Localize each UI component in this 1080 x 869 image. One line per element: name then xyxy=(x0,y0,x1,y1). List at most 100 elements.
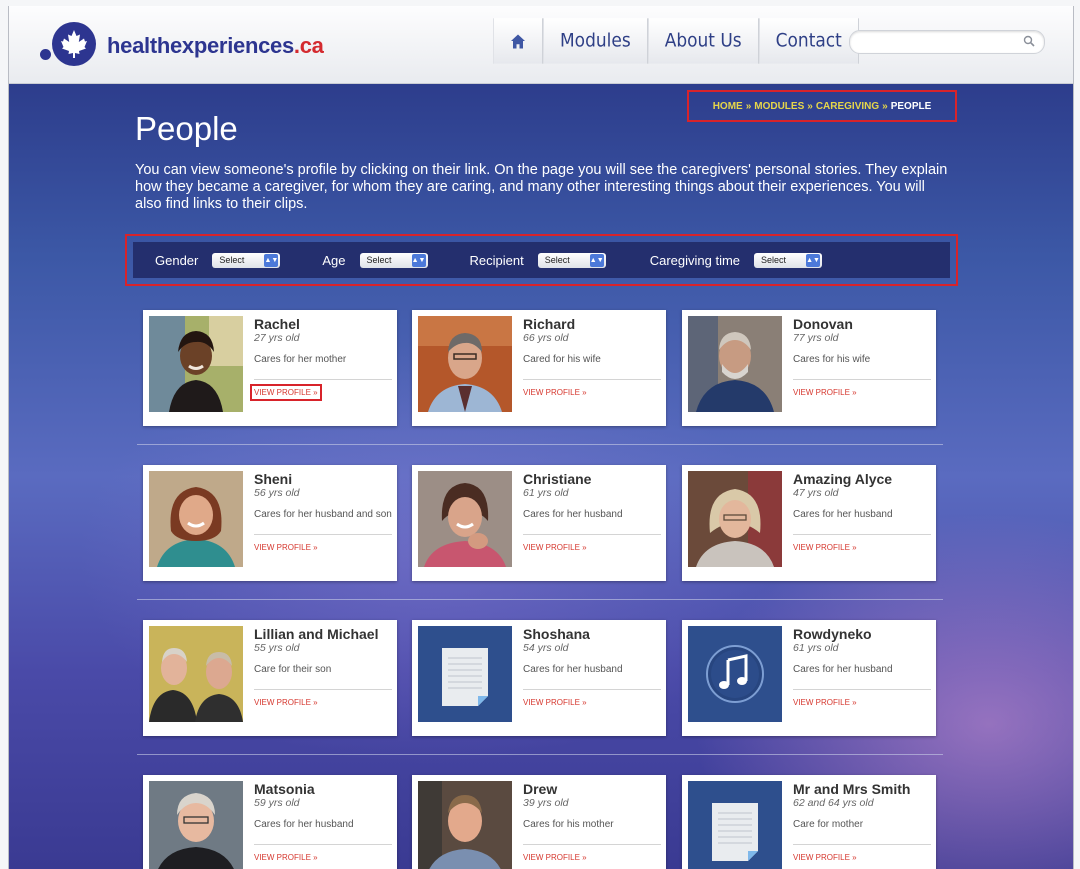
view-profile-link[interactable]: VIEW PROFILE » xyxy=(254,543,318,552)
document-icon[interactable] xyxy=(688,781,782,869)
person-cares-for: Care for their son xyxy=(254,664,332,675)
person-card-shoshana: Shoshana 54 yrs old Cares for her husban… xyxy=(412,620,666,736)
select-arrows-icon: ▲▼ xyxy=(411,253,426,267)
person-cares-for: Care for mother xyxy=(793,819,864,830)
person-name[interactable]: Richard xyxy=(523,316,663,332)
gender-select[interactable]: Select ▲▼ xyxy=(212,252,281,268)
breadcrumb-caregiving[interactable]: CAREGIVING xyxy=(816,101,879,112)
filter-highlight: Gender Select ▲▼ Age Select ▲▼ Recipient S… xyxy=(125,234,958,286)
main-nav: Modules About Us Contact xyxy=(493,18,859,64)
person-card-rachel: Rachel 27 yrs old Cares for her mother V… xyxy=(143,310,397,426)
person-name[interactable]: Christiane xyxy=(523,471,663,487)
person-name[interactable]: Matsonia xyxy=(254,781,394,797)
person-age: 66 yrs old xyxy=(523,332,569,344)
person-age: 56 yrs old xyxy=(254,487,300,499)
person-card-mr-and-mrs-smith: Mr and Mrs Smith 62 and 64 yrs old Care … xyxy=(682,775,936,869)
view-profile-link[interactable]: VIEW PROFILE » xyxy=(523,543,587,552)
music-note-icon[interactable] xyxy=(688,626,782,722)
person-photo[interactable] xyxy=(149,316,243,412)
person-name[interactable]: Sheni xyxy=(254,471,394,487)
nav-home[interactable] xyxy=(493,18,543,64)
select-arrows-icon: ▲▼ xyxy=(806,253,821,267)
person-photo[interactable] xyxy=(149,781,243,869)
person-name[interactable]: Donovan xyxy=(793,316,933,332)
person-age: 27 yrs old xyxy=(254,332,300,344)
person-photo[interactable] xyxy=(149,626,243,722)
person-photo[interactable] xyxy=(149,471,243,567)
breadcrumb-current: PEOPLE xyxy=(890,100,932,112)
breadcrumb-separator: » xyxy=(745,100,752,112)
person-name[interactable]: Amazing Alyce xyxy=(793,471,933,487)
site-logo[interactable]: healthexperiences.ca xyxy=(37,16,337,66)
age-select[interactable]: Select ▲▼ xyxy=(359,252,428,268)
card-divider xyxy=(523,379,661,380)
filter-gender: Gender Select ▲▼ xyxy=(155,252,281,268)
person-info: Christiane 61 yrs old Cares for her husb… xyxy=(523,471,663,555)
select-arrows-icon: ▲▼ xyxy=(264,253,279,267)
select-value: Select xyxy=(761,254,787,265)
view-profile-link[interactable]: VIEW PROFILE » xyxy=(254,698,318,707)
person-cares-for: Cares for her husband xyxy=(793,509,893,520)
person-name[interactable]: Rachel xyxy=(254,316,394,332)
card-divider xyxy=(254,689,392,690)
person-card-christiane: Christiane 61 yrs old Cares for her husb… xyxy=(412,465,666,581)
view-profile-link[interactable]: VIEW PROFILE » xyxy=(793,388,857,397)
card-divider xyxy=(793,379,931,380)
person-info: Rachel 27 yrs old Cares for her mother V… xyxy=(250,316,394,401)
person-photo[interactable] xyxy=(418,471,512,567)
breadcrumb-home[interactable]: HOME xyxy=(713,101,743,112)
view-profile-link[interactable]: VIEW PROFILE » xyxy=(793,543,857,552)
person-photo[interactable] xyxy=(418,781,512,869)
home-icon xyxy=(511,33,525,49)
person-name[interactable]: Lillian and Michael xyxy=(254,626,394,642)
person-card-lillian-and-michael: Lillian and Michael 55 yrs old Care for … xyxy=(143,620,397,736)
nav-about-us[interactable]: About Us xyxy=(647,18,759,64)
person-cares-for: Cares for his mother xyxy=(523,819,614,830)
person-photo[interactable] xyxy=(418,316,512,412)
card-divider xyxy=(254,534,392,535)
view-profile-link[interactable]: VIEW PROFILE » xyxy=(523,853,587,862)
view-profile-link[interactable]: VIEW PROFILE » xyxy=(793,698,857,707)
card-divider xyxy=(254,379,392,380)
person-name[interactable]: Mr and Mrs Smith xyxy=(793,781,933,797)
person-cares-for: Cares for his wife xyxy=(793,354,871,365)
view-profile-link[interactable]: VIEW PROFILE » xyxy=(523,388,587,397)
breadcrumb-modules[interactable]: MODULES xyxy=(754,101,804,112)
filter-label: Caregiving time xyxy=(649,252,741,268)
view-profile-link[interactable]: VIEW PROFILE » xyxy=(250,384,322,401)
logo-suffix: .ca xyxy=(293,33,324,58)
view-profile-link[interactable]: VIEW PROFILE » xyxy=(254,853,318,862)
filter-caregiving-time: Caregiving time Select ▲▼ xyxy=(649,252,823,268)
filter-label: Gender xyxy=(155,252,199,268)
person-photo[interactable] xyxy=(688,471,782,567)
view-profile-link[interactable]: VIEW PROFILE » xyxy=(523,698,587,707)
person-card-drew: Drew 39 yrs old Cares for his mother VIE… xyxy=(412,775,666,869)
view-profile-link[interactable]: VIEW PROFILE » xyxy=(793,853,857,862)
person-info: Sheni 56 yrs old Cares for her husband a… xyxy=(254,471,394,555)
nav-modules[interactable]: Modules xyxy=(543,18,648,64)
breadcrumb-separator: » xyxy=(807,100,813,112)
recipient-select[interactable]: Select ▲▼ xyxy=(537,252,606,268)
select-value: Select xyxy=(366,254,392,265)
card-divider xyxy=(793,844,931,845)
filter-label: Recipient xyxy=(469,252,524,268)
person-card-donovan: Donovan 77 yrs old Cares for his wife VI… xyxy=(682,310,936,426)
search-input[interactable] xyxy=(849,30,1045,54)
document-icon[interactable] xyxy=(418,626,512,722)
person-name[interactable]: Rowdyneko xyxy=(793,626,933,642)
logo-dot xyxy=(40,49,51,60)
row-divider xyxy=(137,754,943,755)
nav-contact[interactable]: Contact xyxy=(758,18,859,64)
caregiving-time-select[interactable]: Select ▲▼ xyxy=(754,252,823,268)
card-divider xyxy=(523,844,661,845)
row-divider xyxy=(137,599,943,600)
breadcrumb: HOME » MODULES » CAREGIVING » PEOPLE xyxy=(687,90,957,122)
person-name[interactable]: Shoshana xyxy=(523,626,663,642)
filter-label: Age xyxy=(322,252,346,268)
person-cares-for: Cares for her husband xyxy=(523,509,623,520)
person-name[interactable]: Drew xyxy=(523,781,663,797)
search-icon[interactable] xyxy=(1023,35,1035,47)
person-photo[interactable] xyxy=(688,316,782,412)
card-divider xyxy=(523,689,661,690)
person-card-richard: Richard 66 yrs old Cared for his wife VI… xyxy=(412,310,666,426)
